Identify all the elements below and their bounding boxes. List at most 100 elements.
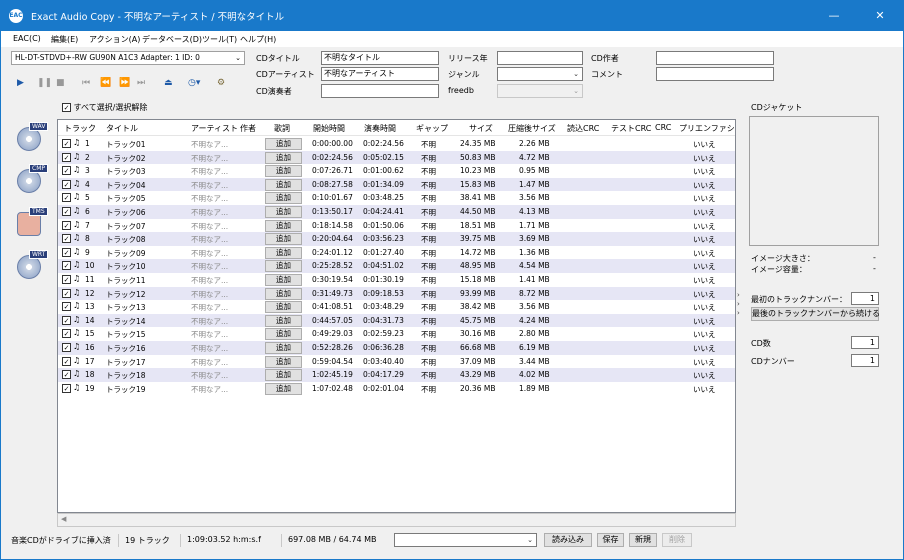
table-row[interactable]: ✓ ♫ 1 トラック01 不明なア... 0:00:00.00 0:02:24.56 不明 24… [58,137,735,151]
track-checkbox[interactable]: ✓ [62,315,71,325]
col-preemphasis[interactable]: プリエンファシス [679,123,735,134]
track-checkbox[interactable]: ✓ [62,261,71,271]
table-row[interactable]: ✓ ♫ 10 トラック10 不明なア... 0:25:28.52 0:04:51.02 不明 4… [58,259,735,273]
track-checkbox[interactable]: ✓ [62,166,71,176]
menu-database[interactable]: データベース(D) [142,34,202,45]
play-icon[interactable]: ▶ [17,78,24,88]
last-track-icon[interactable]: ⏭ [137,78,145,88]
cd-jacket-image[interactable] [749,116,879,246]
title-bar[interactable]: EAC Exact Audio Copy - 不明なアーティスト / 不明なタイ… [1,1,903,31]
clock-icon[interactable]: ◷▾ [188,78,200,88]
add-lyrics-button[interactable]: 追加 [265,314,302,327]
col-read-crc[interactable]: 読込CRC [567,123,599,134]
add-lyrics-button[interactable]: 追加 [265,355,302,368]
add-lyrics-button[interactable]: 追加 [265,301,302,314]
table-row[interactable]: ✓ ♫ 2 トラック02 不明なア... 0:02:24.56 0:05:02.15 不明 50… [58,150,735,165]
track-checkbox[interactable]: ✓ [62,356,71,366]
add-lyrics-button[interactable]: 追加 [265,219,302,232]
new-button[interactable]: 新規 [629,533,657,547]
drive-options-icon[interactable]: ⚙ [217,78,225,88]
copy-compressed-button[interactable]: CMP [15,163,49,195]
save-button[interactable]: 保存 [597,533,624,547]
release-year-input[interactable] [497,51,583,65]
drive-select[interactable]: HL-DT-STDVD+-RW GU90N A1C3 Adapter: 1 ID… [11,51,245,65]
cd-count-input[interactable]: 1 [851,336,879,349]
test-button[interactable]: TMS [15,206,49,238]
add-lyrics-button[interactable]: 追加 [265,274,302,286]
eac-app-icon[interactable]: EAC [9,9,23,23]
table-row[interactable]: ✓ ♫ 7 トラック07 不明なア... 0:18:14.58 0:01:50.06 不明 18… [58,219,735,233]
table-row[interactable]: ✓ ♫ 6 トラック06 不明なア... 0:13:50.17 0:04:24.41 不明 44… [58,205,735,219]
table-row[interactable]: ✓ ♫ 13 トラック13 不明なア... 0:41:08.51 0:03:48.29 不明 3… [58,300,735,314]
continue-numbering-button[interactable]: 最後のトラックナンバーから続ける [751,307,880,321]
col-size[interactable]: サイズ [469,123,493,134]
table-row[interactable]: ✓ ♫ 16 トラック16 不明なア... 0:52:28.26 0:06:36.28 不明 6… [58,341,735,355]
add-lyrics-button[interactable]: 追加 [265,382,302,395]
cd-artist-input[interactable]: 不明なアーティスト [321,67,439,81]
track-checkbox[interactable]: ✓ [62,275,71,284]
add-lyrics-button[interactable]: 追加 [265,233,302,246]
add-lyrics-button[interactable]: 追加 [265,287,302,300]
track-checkbox[interactable]: ✓ [62,247,71,257]
table-row[interactable]: ✓ ♫ 12 トラック12 不明なア... 0:31:49.73 0:09:18.53 不明 9… [58,286,735,301]
col-gap[interactable]: ギャップ [416,123,448,134]
genre-select[interactable]: ⌄ [497,67,583,81]
menu-action[interactable]: アクション(A) [89,34,140,45]
write-button[interactable]: WRT [15,249,49,281]
status-dropdown[interactable]: ⌄ [394,533,537,547]
track-checkbox[interactable]: ✓ [62,220,71,230]
track-checkbox[interactable]: ✓ [62,288,71,298]
table-row[interactable]: ✓ ♫ 18 トラック18 不明なア... 1:02:45.19 0:04:17.29 不明 4… [58,368,735,382]
table-row[interactable]: ✓ ♫ 17 トラック17 不明なア... 0:59:04.54 0:03:40.40 不明 3… [58,355,735,369]
track-list[interactable]: トラック タイトル アーティスト 作者 歌詞 開始時間 演奏時間 ギャップ サイ… [57,119,736,513]
col-length[interactable]: 演奏時間 [364,123,396,134]
add-lyrics-button[interactable]: 追加 [265,192,302,205]
horizontal-scrollbar[interactable]: ◀ [57,513,736,527]
col-lyrics[interactable]: 歌詞 [274,123,290,134]
minimize-icon[interactable]: — [811,1,857,31]
track-checkbox[interactable]: ✓ [62,343,71,352]
add-lyrics-button[interactable]: 追加 [265,151,302,164]
add-lyrics-button[interactable]: 追加 [265,342,302,354]
track-checkbox[interactable]: ✓ [62,179,71,189]
stop-icon[interactable]: ■ [56,78,65,88]
comment-input[interactable] [656,67,774,81]
table-row[interactable]: ✓ ♫ 14 トラック14 不明なア... 0:44:57.05 0:04:31.73 不明 4… [58,313,735,328]
add-lyrics-button[interactable]: 追加 [265,206,302,218]
track-checkbox[interactable]: ✓ [62,152,71,162]
track-checkbox[interactable]: ✓ [62,139,71,148]
table-row[interactable]: ✓ ♫ 15 トラック15 不明なア... 0:49:29.03 0:02:59.23 不明 3… [58,327,735,341]
add-lyrics-button[interactable]: 追加 [265,369,302,382]
table-row[interactable]: ✓ ♫ 8 トラック08 不明なア... 0:20:04.64 0:03:56.23 不明 39… [58,232,735,246]
first-track-input[interactable]: 1 [851,292,879,305]
track-checkbox[interactable]: ✓ [62,207,71,216]
col-artist[interactable]: アーティスト [191,123,238,134]
table-row[interactable]: ✓ ♫ 4 トラック04 不明なア... 0:08:27.58 0:01:34.09 不明 15… [58,177,735,192]
freedb-select[interactable]: ⌄ [497,84,583,98]
col-title[interactable]: タイトル [106,123,138,134]
col-test-crc[interactable]: テストCRC [611,123,651,134]
cd-composer-input[interactable] [656,51,774,65]
pause-icon[interactable]: ❚❚ [37,78,52,88]
col-track[interactable]: トラック [64,123,96,134]
table-row[interactable]: ✓ ♫ 19 トラック19 不明なア... 1:07:02.48 0:02:01.04 不明 2… [58,382,735,396]
cd-number-input[interactable]: 1 [851,354,879,367]
col-compressed-size[interactable]: 圧縮後サイズ [508,123,556,134]
menu-eac[interactable]: EAC(C) [13,34,41,43]
add-lyrics-button[interactable]: 追加 [265,165,302,178]
col-crc[interactable]: CRC [655,123,671,132]
collapse-panel-icon[interactable]: › › › [737,291,740,318]
table-row[interactable]: ✓ ♫ 9 トラック09 不明なア... 0:24:01.12 0:01:27.40 不明 14… [58,246,735,260]
add-lyrics-button[interactable]: 追加 [265,246,302,259]
menu-help[interactable]: ヘルプ(H) [240,34,276,45]
cd-title-input[interactable]: 不明なタイトル [321,51,439,65]
eject-icon[interactable]: ⏏ [164,78,173,88]
add-lyrics-button[interactable]: 追加 [265,138,302,150]
add-lyrics-button[interactable]: 追加 [265,178,302,191]
checkbox-checked[interactable]: ✓ [62,103,71,112]
menu-tools[interactable]: ツール(T) [202,34,237,45]
track-checkbox[interactable]: ✓ [62,234,71,244]
scroll-left-icon[interactable]: ◀ [61,515,66,523]
add-lyrics-button[interactable]: 追加 [265,328,302,341]
first-track-icon[interactable]: ⏮ [82,78,90,88]
